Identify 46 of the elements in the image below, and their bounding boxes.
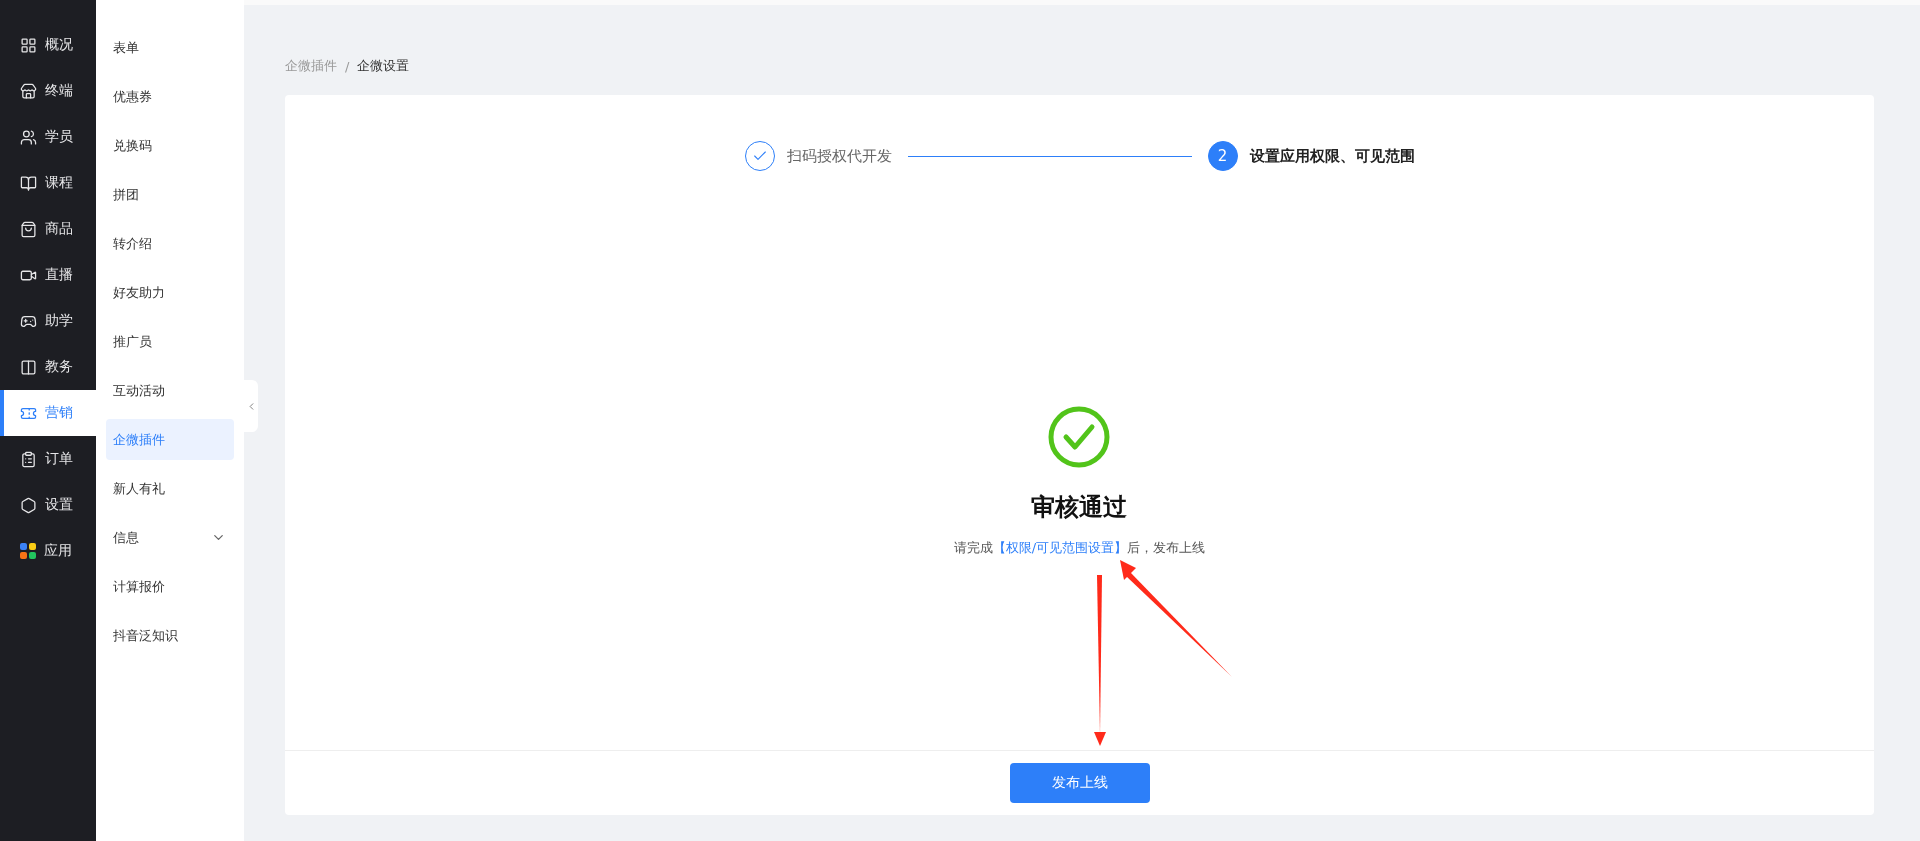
submenu-item[interactable]: 拼团 <box>106 174 234 215</box>
collapse-handle[interactable] <box>244 380 258 432</box>
submenu-item[interactable]: 推广员 <box>106 321 234 362</box>
step-label: 扫码授权代开发 <box>786 146 892 166</box>
step-indicator: 2 <box>1207 141 1238 171</box>
submenu-label: 信息 <box>113 528 139 547</box>
nav-item[interactable]: 商品 <box>0 206 96 252</box>
result-message: 请完成【权限/可见范围设置】后，发布上线 <box>953 538 1206 557</box>
nav-item[interactable]: 营销 <box>0 390 96 436</box>
breadcrumb-item: 企微设置 <box>357 57 410 75</box>
success-check-icon <box>1047 404 1112 469</box>
apps-icon <box>20 543 36 559</box>
publish-button[interactable]: 发布上线 <box>1009 763 1150 803</box>
nav-item[interactable]: 概况 <box>0 22 96 68</box>
nav-item[interactable]: 设置 <box>0 482 96 528</box>
nav-item[interactable]: 学员 <box>0 114 96 160</box>
nav-icon <box>20 358 37 376</box>
submenu-item[interactable]: 计算报价 <box>106 566 234 607</box>
nav-icon <box>20 128 37 146</box>
submenu-item[interactable]: 互动活动 <box>106 370 234 411</box>
result-title: 审核通过 <box>1031 491 1128 523</box>
settings-link[interactable]: 【权限/可见范围设置】 <box>992 539 1128 555</box>
submenu-item[interactable]: 企微插件 <box>106 419 234 460</box>
nav-item[interactable]: 课程 <box>0 160 96 206</box>
step-label: 设置应用权限、可见范围 <box>1249 146 1415 166</box>
nav-icon <box>20 450 37 468</box>
nav-item[interactable]: 终端 <box>0 68 96 114</box>
nav-item[interactable]: 教务 <box>0 344 96 390</box>
nav-item[interactable]: 应用 <box>0 528 96 574</box>
breadcrumb-separator: / <box>345 58 350 74</box>
submenu-item[interactable]: 优惠券 <box>106 76 234 117</box>
submenu-item[interactable]: 信息 <box>106 517 234 558</box>
submenu-item[interactable]: 兑换码 <box>106 125 234 166</box>
nav-icon <box>20 36 37 54</box>
submenu-item[interactable]: 表单 <box>106 27 234 68</box>
nav-icon <box>20 220 37 238</box>
nav-icon <box>20 174 37 192</box>
nav-item[interactable]: 直播 <box>0 252 96 298</box>
nav-item[interactable]: 订单 <box>0 436 96 482</box>
nav-icon <box>20 496 37 514</box>
submenu-item[interactable]: 新人有礼 <box>106 468 234 509</box>
submenu-item[interactable]: 抖音泛知识 <box>106 615 234 656</box>
submenu-item[interactable]: 转介绍 <box>106 223 234 264</box>
nav-icon <box>20 82 37 100</box>
nav-item[interactable]: 助学 <box>0 298 96 344</box>
submenu-item[interactable]: 好友助力 <box>106 272 234 313</box>
